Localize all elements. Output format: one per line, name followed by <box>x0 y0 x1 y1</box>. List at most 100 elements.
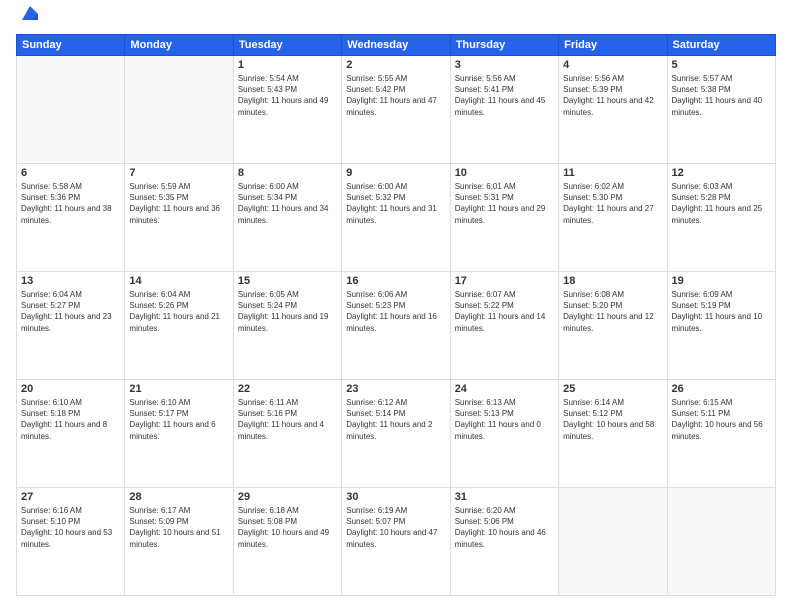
weekday-header-thursday: Thursday <box>450 35 558 56</box>
day-number: 8 <box>238 167 337 179</box>
day-number: 18 <box>563 275 662 287</box>
weekday-header-monday: Monday <box>125 35 233 56</box>
calendar-cell: 19Sunrise: 6:09 AM Sunset: 5:19 PM Dayli… <box>667 272 775 380</box>
day-number: 17 <box>455 275 554 287</box>
day-number: 2 <box>346 59 445 71</box>
day-number: 12 <box>672 167 771 179</box>
day-number: 4 <box>563 59 662 71</box>
weekday-header-row: SundayMondayTuesdayWednesdayThursdayFrid… <box>17 35 776 56</box>
day-info: Sunrise: 6:03 AM Sunset: 5:28 PM Dayligh… <box>672 181 771 226</box>
calendar-cell: 27 Sunrise: 6:16 AM Sunset: 5:10 PM Dayli… <box>17 488 125 596</box>
day-info: Sunrise: 5:59 AM Sunset: 5:35 PM Dayligh… <box>129 181 228 226</box>
header <box>16 16 776 24</box>
calendar-cell: 21 Sunrise: 6:10 AM Sunset: 5:17 PM Dayli… <box>125 380 233 488</box>
week-row-2: 6Sunrise: 5:58 AM Sunset: 5:36 PM Daylig… <box>17 164 776 272</box>
weekday-header-saturday: Saturday <box>667 35 775 56</box>
week-row-1: 1 Sunrise: 5:54 AM Sunset: 5:43 PM Daylig… <box>17 56 776 164</box>
day-info: Sunrise: 6:10 AM Sunset: 5:17 PM Dayligh… <box>129 397 228 442</box>
calendar-cell: 1 Sunrise: 5:54 AM Sunset: 5:43 PM Daylig… <box>233 56 341 164</box>
calendar-cell: 12 Sunrise: 6:03 AM Sunset: 5:28 PM Dayli… <box>667 164 775 272</box>
day-info: Sunrise: 6:01 AM Sunset: 5:31 PM Dayligh… <box>455 181 554 226</box>
calendar-cell: 28 Sunrise: 6:17 AM Sunset: 5:09 PM Dayli… <box>125 488 233 596</box>
day-info: Sunrise: 6:09 AM Sunset: 5:19 PM Dayligh… <box>672 289 771 334</box>
day-number: 14 <box>129 275 228 287</box>
calendar-cell: 13Sunrise: 6:04 AM Sunset: 5:27 PM Dayli… <box>17 272 125 380</box>
week-row-4: 20Sunrise: 6:10 AM Sunset: 5:18 PM Dayli… <box>17 380 776 488</box>
logo-text <box>16 16 40 24</box>
day-info: Sunrise: 6:02 AM Sunset: 5:30 PM Dayligh… <box>563 181 662 226</box>
calendar-cell: 26 Sunrise: 6:15 AM Sunset: 5:11 PM Dayli… <box>667 380 775 488</box>
calendar-cell: 16 Sunrise: 6:06 AM Sunset: 5:23 PM Dayli… <box>342 272 450 380</box>
day-info: Sunrise: 6:06 AM Sunset: 5:23 PM Dayligh… <box>346 289 445 334</box>
calendar-cell: 20Sunrise: 6:10 AM Sunset: 5:18 PM Dayli… <box>17 380 125 488</box>
day-info: Sunrise: 6:18 AM Sunset: 5:08 PM Dayligh… <box>238 505 337 550</box>
day-info: Sunrise: 5:56 AM Sunset: 5:41 PM Dayligh… <box>455 73 554 118</box>
day-number: 26 <box>672 383 771 395</box>
weekday-header-sunday: Sunday <box>17 35 125 56</box>
day-number: 5 <box>672 59 771 71</box>
calendar-cell: 3 Sunrise: 5:56 AM Sunset: 5:41 PM Daylig… <box>450 56 558 164</box>
logo-icon <box>20 4 40 24</box>
day-number: 29 <box>238 491 337 503</box>
calendar-table: SundayMondayTuesdayWednesdayThursdayFrid… <box>16 34 776 596</box>
week-row-5: 27 Sunrise: 6:16 AM Sunset: 5:10 PM Dayli… <box>17 488 776 596</box>
day-number: 28 <box>129 491 228 503</box>
weekday-header-tuesday: Tuesday <box>233 35 341 56</box>
day-number: 1 <box>238 59 337 71</box>
day-info: Sunrise: 6:04 AM Sunset: 5:27 PM Dayligh… <box>21 289 120 334</box>
day-number: 30 <box>346 491 445 503</box>
calendar-cell: 10Sunrise: 6:01 AM Sunset: 5:31 PM Dayli… <box>450 164 558 272</box>
weekday-header-friday: Friday <box>559 35 667 56</box>
calendar-cell: 24 Sunrise: 6:13 AM Sunset: 5:13 PM Dayli… <box>450 380 558 488</box>
calendar-cell: 8Sunrise: 6:00 AM Sunset: 5:34 PM Daylig… <box>233 164 341 272</box>
day-number: 27 <box>21 491 120 503</box>
day-info: Sunrise: 5:56 AM Sunset: 5:39 PM Dayligh… <box>563 73 662 118</box>
day-number: 21 <box>129 383 228 395</box>
calendar-cell: 4 Sunrise: 5:56 AM Sunset: 5:39 PM Daylig… <box>559 56 667 164</box>
day-info: Sunrise: 6:08 AM Sunset: 5:20 PM Dayligh… <box>563 289 662 334</box>
day-number: 24 <box>455 383 554 395</box>
day-info: Sunrise: 6:00 AM Sunset: 5:32 PM Dayligh… <box>346 181 445 226</box>
day-info: Sunrise: 5:57 AM Sunset: 5:38 PM Dayligh… <box>672 73 771 118</box>
day-info: Sunrise: 6:16 AM Sunset: 5:10 PM Dayligh… <box>21 505 120 550</box>
day-number: 22 <box>238 383 337 395</box>
day-info: Sunrise: 6:10 AM Sunset: 5:18 PM Dayligh… <box>21 397 120 442</box>
calendar-cell: 17 Sunrise: 6:07 AM Sunset: 5:22 PM Dayli… <box>450 272 558 380</box>
logo <box>16 16 40 24</box>
day-info: Sunrise: 6:20 AM Sunset: 5:06 PM Dayligh… <box>455 505 554 550</box>
day-number: 3 <box>455 59 554 71</box>
calendar-cell: 11 Sunrise: 6:02 AM Sunset: 5:30 PM Dayli… <box>559 164 667 272</box>
calendar-cell: 6Sunrise: 5:58 AM Sunset: 5:36 PM Daylig… <box>17 164 125 272</box>
calendar-cell: 31 Sunrise: 6:20 AM Sunset: 5:06 PM Dayli… <box>450 488 558 596</box>
calendar-cell: 18 Sunrise: 6:08 AM Sunset: 5:20 PM Dayli… <box>559 272 667 380</box>
day-info: Sunrise: 5:54 AM Sunset: 5:43 PM Dayligh… <box>238 73 337 118</box>
calendar-cell: 22 Sunrise: 6:11 AM Sunset: 5:16 PM Dayli… <box>233 380 341 488</box>
day-number: 23 <box>346 383 445 395</box>
calendar-cell: 25Sunrise: 6:14 AM Sunset: 5:12 PM Dayli… <box>559 380 667 488</box>
day-info: Sunrise: 6:17 AM Sunset: 5:09 PM Dayligh… <box>129 505 228 550</box>
calendar-cell: 7Sunrise: 5:59 AM Sunset: 5:35 PM Daylig… <box>125 164 233 272</box>
calendar-cell: 23 Sunrise: 6:12 AM Sunset: 5:14 PM Dayli… <box>342 380 450 488</box>
day-info: Sunrise: 6:05 AM Sunset: 5:24 PM Dayligh… <box>238 289 337 334</box>
calendar-cell: 5 Sunrise: 5:57 AM Sunset: 5:38 PM Daylig… <box>667 56 775 164</box>
day-info: Sunrise: 6:13 AM Sunset: 5:13 PM Dayligh… <box>455 397 554 442</box>
day-info: Sunrise: 6:14 AM Sunset: 5:12 PM Dayligh… <box>563 397 662 442</box>
day-number: 9 <box>346 167 445 179</box>
page: SundayMondayTuesdayWednesdayThursdayFrid… <box>0 0 792 612</box>
day-info: Sunrise: 6:12 AM Sunset: 5:14 PM Dayligh… <box>346 397 445 442</box>
calendar-cell: 30 Sunrise: 6:19 AM Sunset: 5:07 PM Dayli… <box>342 488 450 596</box>
day-number: 31 <box>455 491 554 503</box>
day-info: Sunrise: 6:07 AM Sunset: 5:22 PM Dayligh… <box>455 289 554 334</box>
day-info: Sunrise: 6:11 AM Sunset: 5:16 PM Dayligh… <box>238 397 337 442</box>
day-info: Sunrise: 6:04 AM Sunset: 5:26 PM Dayligh… <box>129 289 228 334</box>
calendar-cell: 29 Sunrise: 6:18 AM Sunset: 5:08 PM Dayli… <box>233 488 341 596</box>
day-number: 11 <box>563 167 662 179</box>
calendar-cell <box>125 56 233 164</box>
day-info: Sunrise: 6:19 AM Sunset: 5:07 PM Dayligh… <box>346 505 445 550</box>
calendar-cell: 14 Sunrise: 6:04 AM Sunset: 5:26 PM Dayli… <box>125 272 233 380</box>
day-info: Sunrise: 5:58 AM Sunset: 5:36 PM Dayligh… <box>21 181 120 226</box>
day-info: Sunrise: 6:15 AM Sunset: 5:11 PM Dayligh… <box>672 397 771 442</box>
day-number: 16 <box>346 275 445 287</box>
day-info: Sunrise: 5:55 AM Sunset: 5:42 PM Dayligh… <box>346 73 445 118</box>
weekday-header-wednesday: Wednesday <box>342 35 450 56</box>
